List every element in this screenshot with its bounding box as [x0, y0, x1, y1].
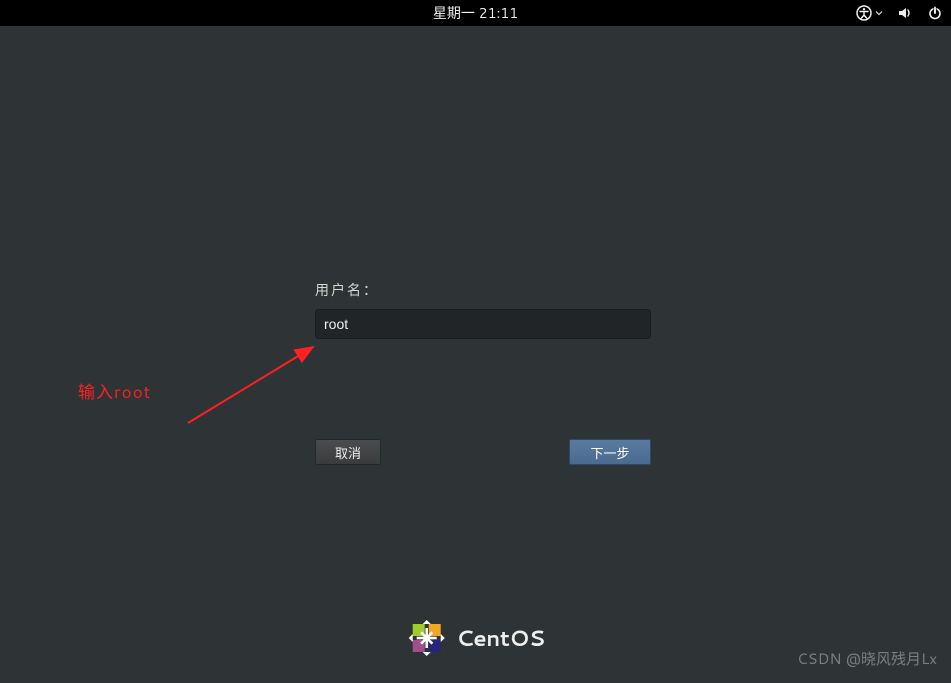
top-bar: 星期一 21:11 [0, 0, 951, 26]
username-input[interactable] [315, 309, 651, 339]
username-label: 用户名： [315, 280, 651, 300]
power-icon[interactable] [927, 5, 943, 21]
annotation-text: 输入root [78, 378, 151, 404]
watermark: CSDN @晓风残月Lx [797, 648, 937, 669]
centos-logo-icon [406, 618, 446, 658]
annotation-arrow [183, 335, 323, 430]
login-form: 用户名： 取消 下一步 [315, 280, 651, 465]
next-button[interactable]: 下一步 [569, 439, 651, 465]
branding-text: CentOS [456, 623, 545, 654]
accessibility-icon [856, 5, 872, 21]
topbar-right-group [856, 0, 943, 26]
cancel-button[interactable]: 取消 [315, 439, 381, 465]
button-row: 取消 下一步 [315, 439, 651, 465]
branding: CentOS [406, 618, 545, 658]
chevron-down-icon [875, 9, 883, 17]
accessibility-menu[interactable] [856, 5, 883, 21]
datetime-label: 星期一 21:11 [433, 3, 518, 23]
volume-icon[interactable] [897, 5, 913, 21]
